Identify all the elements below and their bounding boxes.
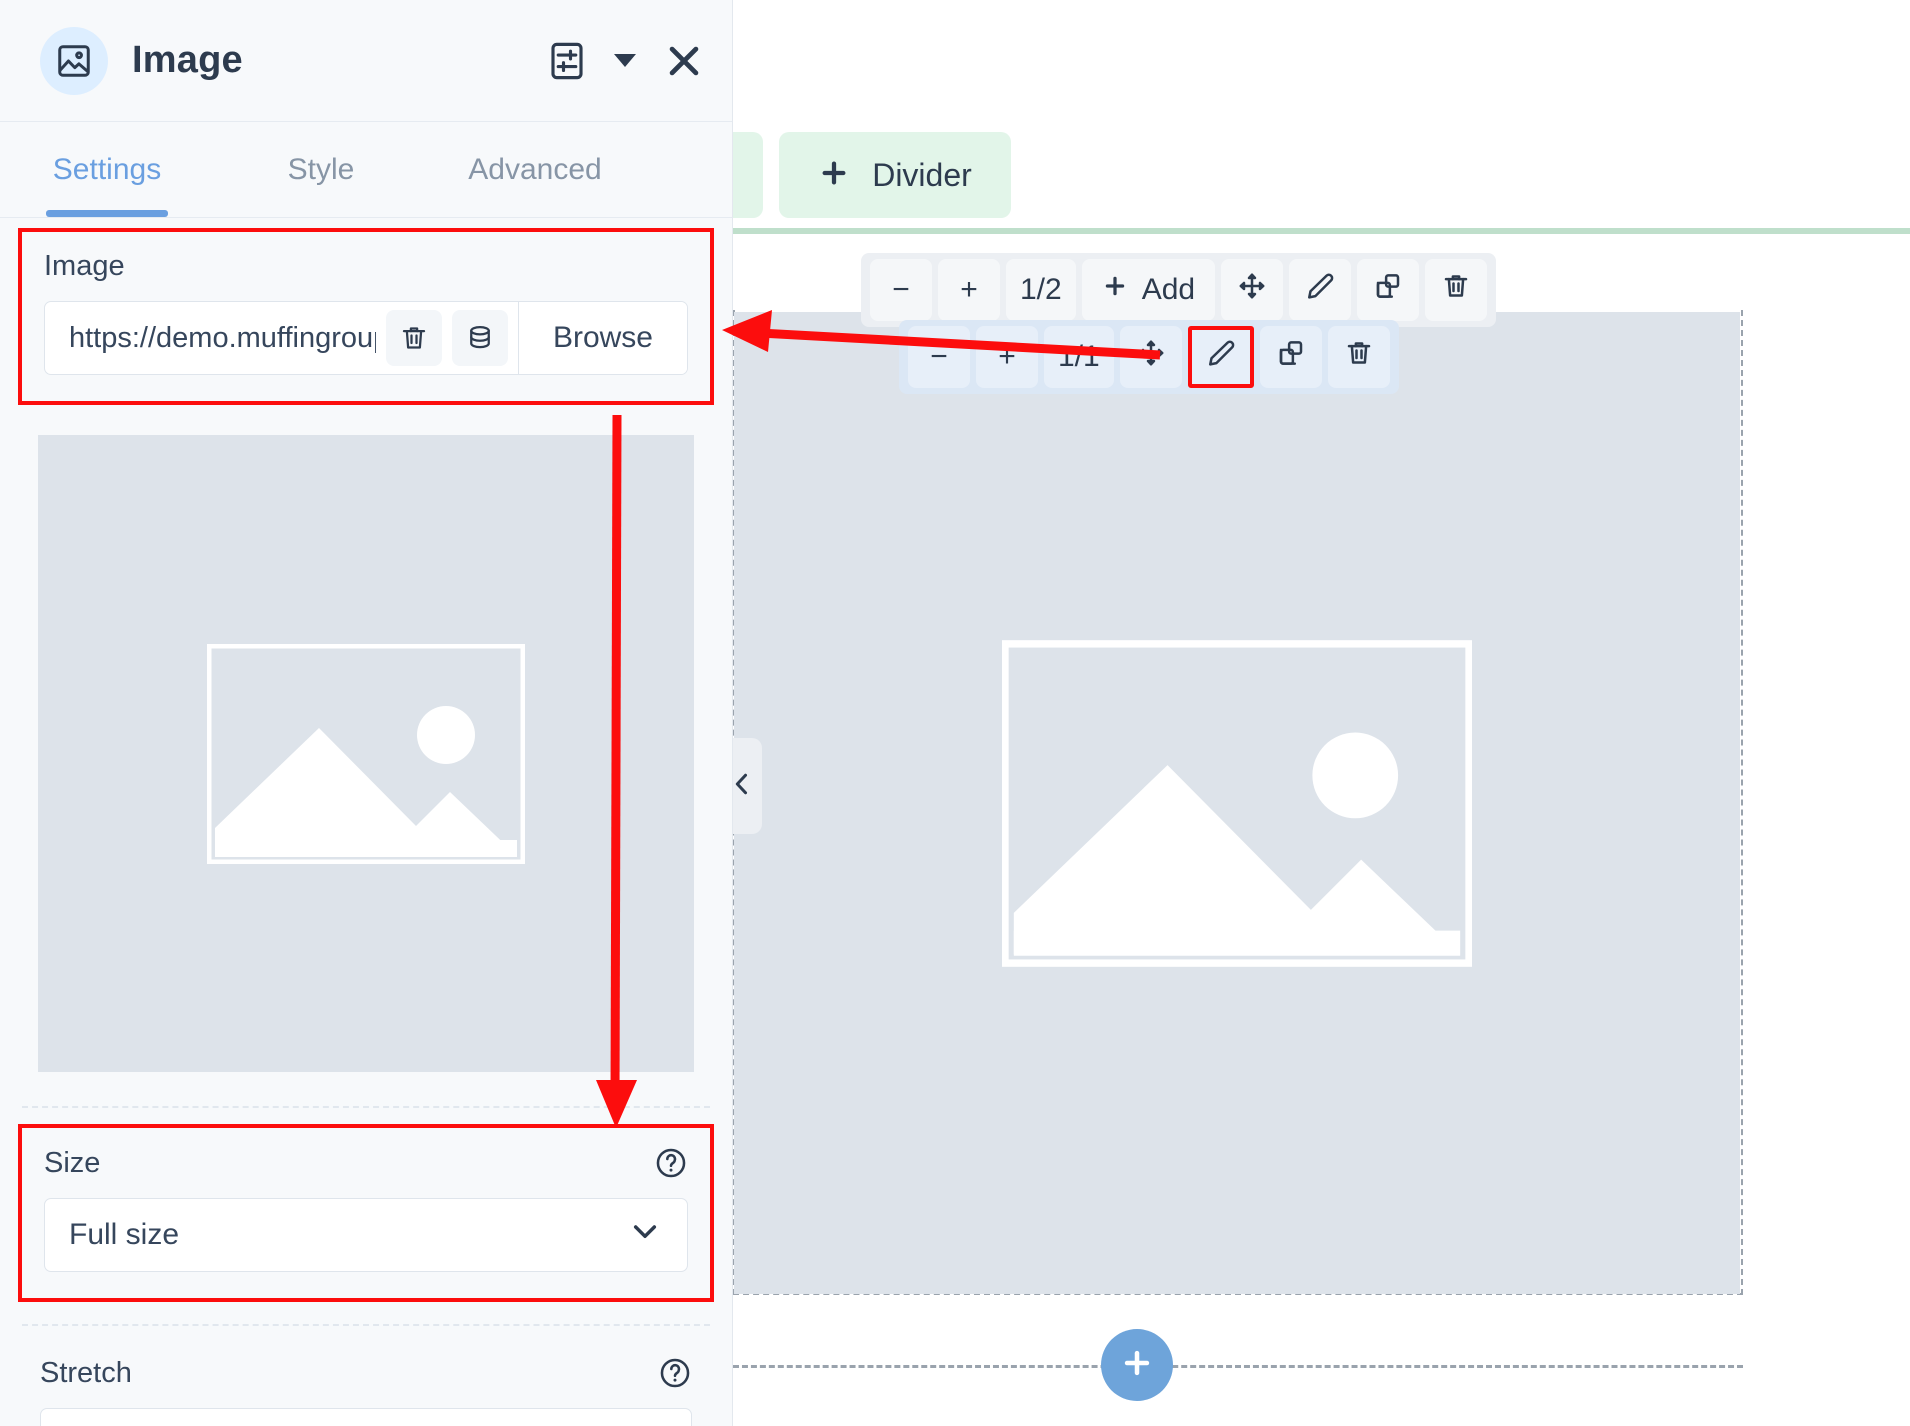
section-duplicate-button[interactable] [1357, 259, 1420, 321]
question-circle-icon[interactable] [654, 1146, 688, 1180]
image-preview-wrap [0, 405, 732, 1072]
plus-icon [1120, 1346, 1154, 1385]
element-plus-label: + [998, 340, 1016, 373]
section-toolbar: − + 1/2 Add [861, 253, 1497, 327]
image-placeholder-icon [1002, 639, 1472, 967]
element-ratio-button[interactable]: 1/1 [1044, 326, 1114, 388]
row-bottom-edge [733, 1365, 1743, 1368]
stretch-field-label-row: Stretch [40, 1356, 692, 1390]
section-add-button[interactable]: Add [1081, 259, 1216, 321]
panel-tabs: Settings Style Advanced [0, 122, 732, 218]
plus-icon [1102, 273, 1128, 307]
add-divider-button[interactable]: Divider [779, 132, 1011, 218]
section-add-label: Add [1141, 273, 1196, 306]
panel-header: Image [0, 0, 732, 122]
section-edit-button[interactable] [1289, 259, 1352, 321]
tab-settings-label: Settings [52, 152, 162, 186]
size-field-label-row: Size [44, 1146, 688, 1180]
panel-body: Image https://demo.muffingroup Browse Si… [0, 228, 732, 1426]
element-move-button[interactable] [1119, 326, 1182, 388]
move-icon [1237, 271, 1267, 309]
stretch-field-label: Stretch [40, 1356, 132, 1389]
browse-button-label: Browse [552, 321, 653, 354]
section-ratio-button[interactable]: 1/2 [1006, 259, 1076, 321]
image-preview[interactable] [38, 435, 694, 1072]
move-icon [1136, 338, 1166, 376]
add-element-partial-button[interactable] [733, 132, 763, 218]
copy-icon [1373, 271, 1403, 309]
element-ratio-label: 1/1 [1058, 340, 1100, 373]
element-minus-label: − [930, 340, 948, 373]
section-move-button[interactable] [1221, 259, 1284, 321]
add-divider-label: Divider [872, 156, 972, 193]
panel-header-actions [546, 39, 706, 83]
trash-icon [1441, 271, 1471, 309]
section-plus-label: + [960, 273, 978, 306]
sidebar-collapse-handle[interactable] [733, 738, 762, 834]
image-field-label: Image [44, 250, 125, 282]
image-url-input[interactable] [45, 302, 386, 374]
trash-icon [1344, 338, 1374, 376]
element-edit-button[interactable] [1187, 326, 1254, 388]
add-row-button[interactable] [1101, 1329, 1173, 1401]
panel-title: Image [132, 39, 243, 81]
stretch-field-group: Stretch No [0, 1326, 732, 1426]
sliders-icon[interactable] [546, 40, 588, 82]
section-delete-button[interactable] [1425, 259, 1488, 321]
element-duplicate-button[interactable] [1259, 326, 1322, 388]
plus-icon [818, 157, 850, 194]
section-width-decrease-button[interactable]: − [870, 259, 932, 321]
image-settings-panel: Image Settings Style Advanced Image http… [0, 0, 733, 1426]
browse-button[interactable]: Browse [518, 302, 687, 374]
element-toolbar: − + 1/1 [899, 320, 1399, 394]
tab-advanced-label: Advanced [468, 152, 602, 186]
size-field-label: Size [44, 1146, 101, 1179]
size-select[interactable]: Full size [44, 1198, 688, 1272]
image-icon [40, 26, 108, 95]
trash-icon[interactable] [385, 310, 442, 366]
caret-down-icon[interactable] [614, 54, 636, 67]
section-ratio-label: 1/2 [1020, 273, 1062, 306]
tab-advanced[interactable]: Advanced [428, 122, 642, 217]
image-placeholder-icon [207, 643, 525, 864]
question-circle-icon[interactable] [658, 1356, 692, 1390]
tab-style-label: Style [287, 152, 355, 186]
size-select-value: Full size [69, 1218, 180, 1251]
element-width-decrease-button[interactable]: − [908, 326, 970, 388]
tab-style[interactable]: Style [214, 122, 428, 217]
image-url-row: Browse [44, 301, 688, 375]
chevron-down-icon [629, 1215, 661, 1255]
element-width-increase-button[interactable]: + [976, 326, 1038, 388]
tab-settings[interactable]: Settings [0, 122, 214, 217]
element-delete-button[interactable] [1327, 326, 1390, 388]
stretch-select[interactable]: No [40, 1408, 692, 1426]
chevron-left-icon [733, 770, 756, 803]
add-element-underline [733, 228, 1910, 234]
page-builder-canvas: Divider − + 1/2 Add − + 1/1 [733, 0, 1910, 1426]
section-divider [22, 1106, 710, 1108]
app-root: Image Settings Style Advanced Image http… [0, 0, 1910, 1426]
add-element-bar: Divider [733, 132, 1910, 234]
image-block[interactable] [734, 312, 1740, 1294]
section-width-increase-button[interactable]: + [938, 259, 1000, 321]
image-field-group: Image https://demo.muffingroup Browse [18, 228, 714, 405]
section-minus-label: − [892, 273, 910, 306]
database-icon[interactable] [451, 310, 508, 366]
pencil-icon [1206, 338, 1236, 376]
close-icon[interactable] [662, 39, 706, 83]
size-field-group: Size Full size [18, 1124, 714, 1302]
copy-icon [1276, 338, 1306, 376]
pencil-icon [1305, 271, 1335, 309]
